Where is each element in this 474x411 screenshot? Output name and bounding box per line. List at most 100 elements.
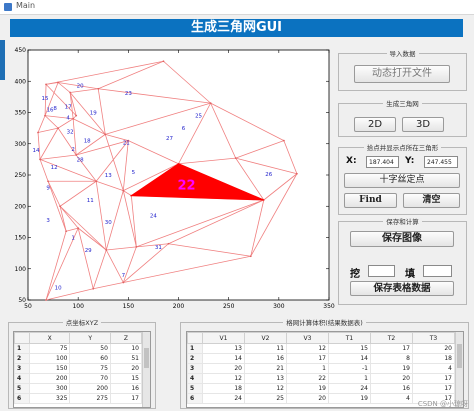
plot-2d-button[interactable]: 2D — [354, 117, 396, 132]
cell-v2[interactable]: 11 — [244, 343, 287, 354]
points-scroll-thumb[interactable] — [144, 348, 149, 368]
clear-button[interactable]: 清空 — [403, 193, 460, 208]
cell-v1[interactable]: 24 — [202, 393, 245, 404]
crosshair-pick-button[interactable]: 十字丝定点 — [344, 173, 460, 188]
cell-t1[interactable]: 19 — [328, 393, 371, 404]
cell-t2[interactable]: 8 — [370, 353, 413, 364]
cell-v2[interactable]: 13 — [244, 373, 287, 384]
cell-y[interactable]: 50 — [69, 343, 111, 354]
cell-v1[interactable]: 12 — [202, 373, 245, 384]
cell-y[interactable]: 60 — [69, 353, 111, 364]
cell-v1[interactable]: 20 — [202, 363, 245, 374]
row-index[interactable]: 4 — [14, 373, 30, 384]
cell-z[interactable]: 16 — [109, 383, 143, 394]
triangles-table-row[interactable]: 3 20 21 1 -1 19 4 — [187, 363, 455, 374]
cell-t2[interactable]: 16 — [370, 383, 413, 394]
fill-field[interactable] — [423, 265, 452, 277]
cell-x[interactable]: 325 — [28, 393, 71, 404]
points-table[interactable]: X Y Z 1 75 50 10 2 100 60 51 3 150 75 20 4 200 70 15 5 30… — [13, 331, 151, 408]
cell-v3[interactable]: 17 — [286, 353, 329, 364]
cell-v2[interactable]: 12 — [244, 383, 287, 394]
mesh-vertex — [162, 60, 165, 63]
points-table-row[interactable]: 2 100 60 51 — [14, 353, 143, 364]
cell-y[interactable]: 200 — [69, 383, 111, 394]
save-table-button[interactable]: 保存表格数据 — [350, 281, 454, 296]
row-index[interactable]: 3 — [14, 363, 30, 374]
row-index[interactable]: 1 — [187, 343, 203, 354]
cell-v2[interactable]: 16 — [244, 353, 287, 364]
triangles-scroll-thumb[interactable] — [457, 344, 462, 368]
points-table-row[interactable]: 1 75 50 10 — [14, 343, 143, 354]
cell-x[interactable]: 100 — [28, 353, 71, 364]
y-field[interactable]: 247.455 — [424, 156, 458, 168]
cell-t1[interactable]: 1 — [328, 373, 371, 384]
cell-t2[interactable]: 4 — [370, 393, 413, 404]
cell-v3[interactable]: 20 — [286, 393, 329, 404]
cell-y[interactable]: 75 — [69, 363, 111, 374]
cell-t3[interactable]: 4 — [412, 363, 455, 374]
cell-t3[interactable]: 17 — [412, 373, 455, 384]
cell-t2[interactable]: 17 — [370, 343, 413, 354]
triangulation-plot[interactable]: 22 1 2 3 4 5 6 7 8 9 10 11 12 13 14 15 16 17 18 19 20 21 23 24 2… — [5, 40, 336, 315]
row-index[interactable]: 4 — [187, 373, 203, 384]
cell-v3[interactable]: 22 — [286, 373, 329, 384]
find-button[interactable]: Find — [344, 193, 397, 208]
triangles-table-row[interactable]: 5 18 12 19 24 16 17 — [187, 383, 455, 394]
cell-t2[interactable]: 19 — [370, 363, 413, 374]
triangles-table-title: 格网计算体积(结果数据表) — [283, 319, 366, 327]
triangles-table-scrollbar[interactable] — [455, 332, 463, 407]
x-tick-label: 350 — [323, 303, 335, 310]
points-table-row[interactable]: 6 325 275 17 — [14, 393, 143, 404]
cell-x[interactable]: 200 — [28, 373, 71, 384]
cell-v3[interactable]: 19 — [286, 383, 329, 394]
plot-canvas[interactable]: 2212345678910111213141516171819202123242… — [5, 40, 336, 315]
cell-x[interactable]: 150 — [28, 363, 71, 374]
cell-z[interactable]: 17 — [109, 393, 143, 404]
cell-z[interactable]: 20 — [109, 363, 143, 374]
row-index[interactable]: 1 — [14, 343, 30, 354]
points-table-scrollbar[interactable] — [142, 332, 150, 407]
triangles-table-row[interactable]: 2 14 16 17 14 8 18 — [187, 353, 455, 364]
cell-t1[interactable]: -1 — [328, 363, 371, 374]
row-index[interactable]: 2 — [14, 353, 30, 364]
cell-t3[interactable]: 17 — [412, 383, 455, 394]
cell-y[interactable]: 275 — [69, 393, 111, 404]
cell-t3[interactable]: 18 — [412, 353, 455, 364]
cell-z[interactable]: 15 — [109, 373, 143, 384]
cell-t3[interactable]: 20 — [412, 343, 455, 354]
row-index[interactable]: 2 — [187, 353, 203, 364]
points-table-row[interactable]: 3 150 75 20 — [14, 363, 143, 374]
dig-field[interactable] — [368, 265, 395, 277]
cell-y[interactable]: 70 — [69, 373, 111, 384]
row-index[interactable]: 5 — [14, 383, 30, 394]
row-index[interactable]: 6 — [14, 393, 30, 404]
cell-x[interactable]: 300 — [28, 383, 71, 394]
points-table-row[interactable]: 4 200 70 15 — [14, 373, 143, 384]
triangles-table-row[interactable]: 6 24 25 20 19 4 17 — [187, 393, 455, 404]
cell-v3[interactable]: 12 — [286, 343, 329, 354]
cell-v2[interactable]: 25 — [244, 393, 287, 404]
cell-t1[interactable]: 15 — [328, 343, 371, 354]
cell-z[interactable]: 10 — [109, 343, 143, 354]
row-index[interactable]: 6 — [187, 393, 203, 404]
cell-v1[interactable]: 14 — [202, 353, 245, 364]
cell-z[interactable]: 51 — [109, 353, 143, 364]
row-index[interactable]: 3 — [187, 363, 203, 374]
row-index[interactable]: 5 — [187, 383, 203, 394]
cell-v2[interactable]: 21 — [244, 363, 287, 374]
triangles-table[interactable]: V1 V2 V3 T1 T2 T3 1 13 11 12 15 17 20 2 14 16 17 14… — [186, 331, 464, 408]
cell-v1[interactable]: 18 — [202, 383, 245, 394]
cell-x[interactable]: 75 — [28, 343, 71, 354]
cell-t2[interactable]: 20 — [370, 373, 413, 384]
plot-3d-button[interactable]: 3D — [402, 117, 444, 132]
cell-v3[interactable]: 1 — [286, 363, 329, 374]
points-table-row[interactable]: 5 300 200 16 — [14, 383, 143, 394]
triangles-table-row[interactable]: 1 13 11 12 15 17 20 — [187, 343, 455, 354]
x-field[interactable]: 187.404 — [366, 156, 399, 168]
cell-v1[interactable]: 13 — [202, 343, 245, 354]
cell-t1[interactable]: 14 — [328, 353, 371, 364]
save-image-button[interactable]: 保存图像 — [350, 231, 454, 247]
open-file-button[interactable]: 动态打开文件 — [354, 65, 450, 83]
cell-t1[interactable]: 24 — [328, 383, 371, 394]
triangles-table-row[interactable]: 4 12 13 22 1 20 17 — [187, 373, 455, 384]
